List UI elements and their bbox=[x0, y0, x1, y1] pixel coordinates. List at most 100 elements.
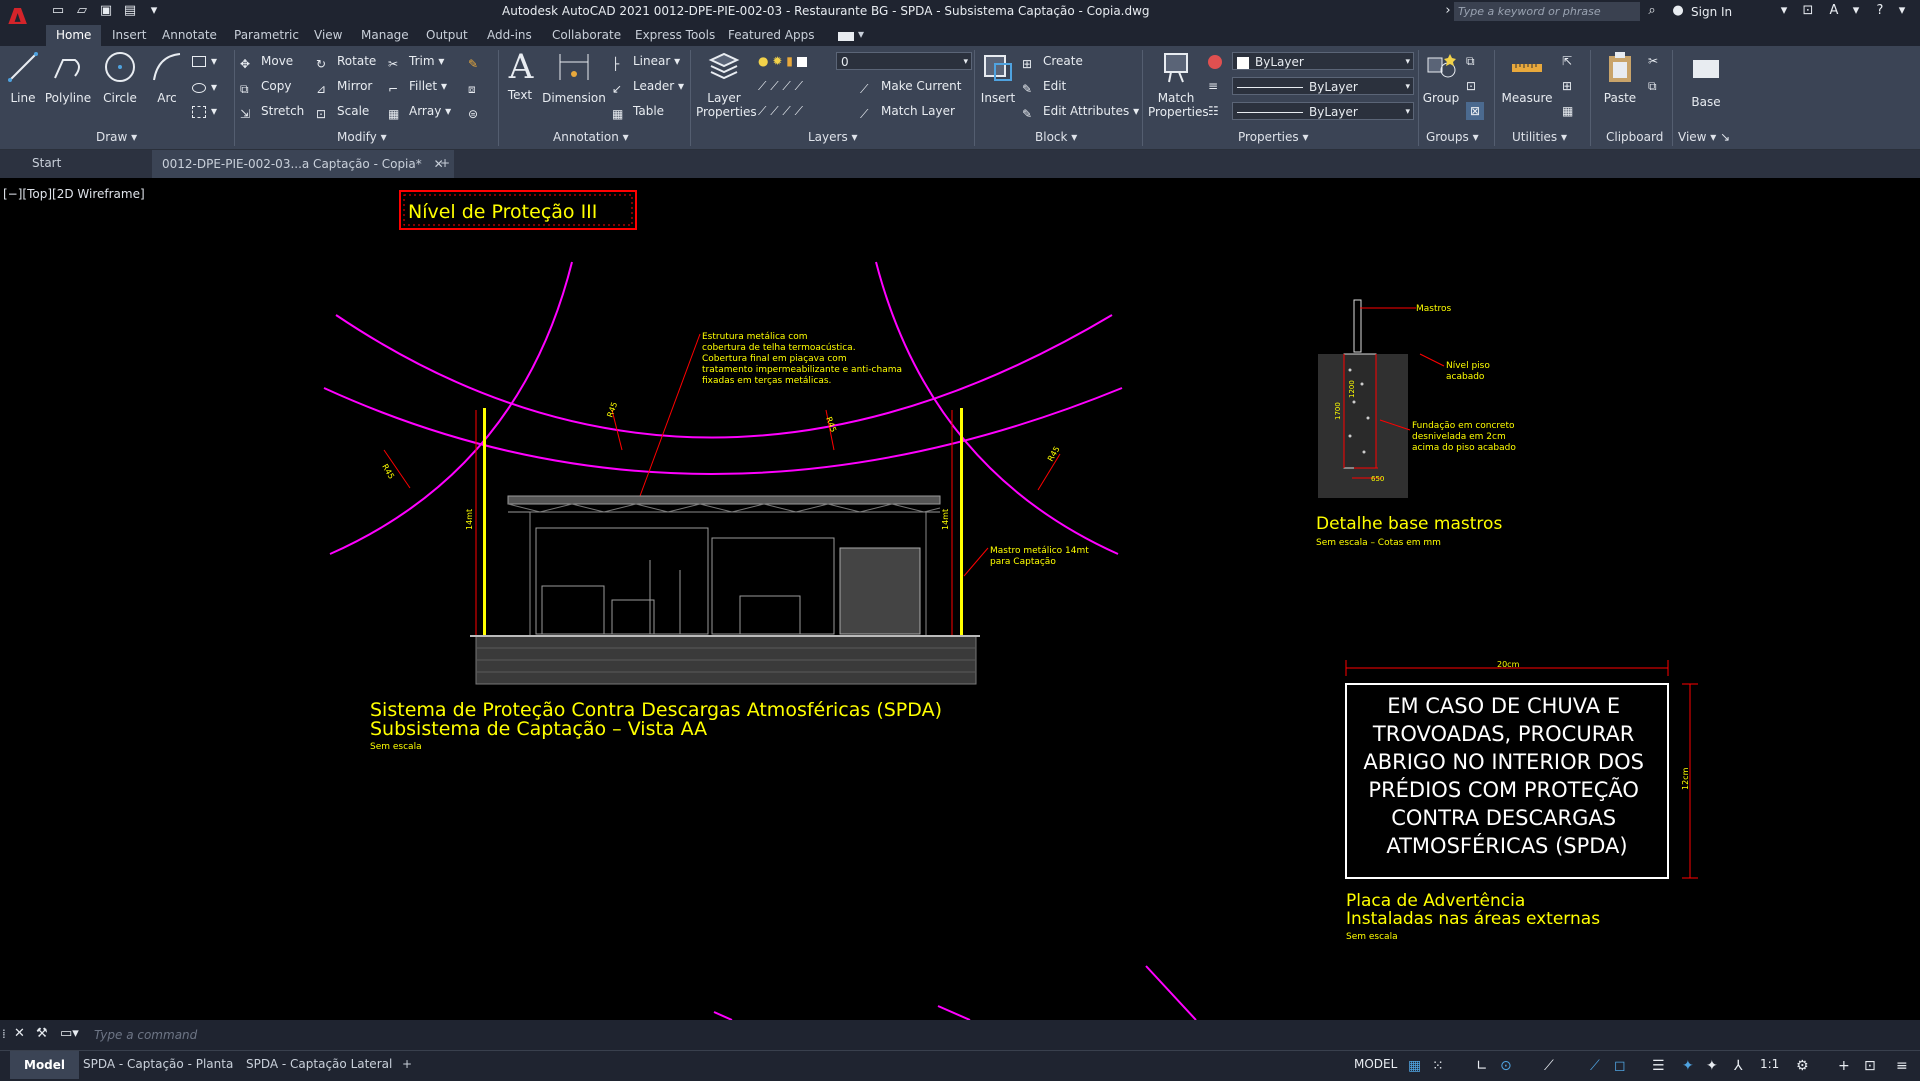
tab-insert[interactable]: Insert bbox=[112, 28, 146, 42]
object-snap-tracking-icon[interactable]: ⟋ bbox=[1590, 1058, 1606, 1074]
match-properties-tool[interactable]: Match Properties bbox=[1148, 50, 1209, 119]
save-icon[interactable]: ▣ bbox=[98, 3, 114, 19]
stretch-button[interactable]: ⇲ Stretch bbox=[240, 102, 304, 121]
tab-manage[interactable]: Manage bbox=[361, 28, 409, 42]
snap-icon[interactable]: ⁙ bbox=[1432, 1058, 1448, 1074]
save-as-icon[interactable]: ▤ bbox=[122, 3, 138, 19]
explode-button[interactable]: ⧈ bbox=[468, 77, 489, 96]
wrench-icon[interactable]: ⚒ bbox=[36, 1026, 48, 1041]
layer-properties-tool[interactable]: Layer Properties bbox=[696, 50, 757, 119]
edit-block-button[interactable]: ✎ Edit bbox=[1022, 77, 1066, 96]
search-input[interactable]: Type a keyword or phrase bbox=[1454, 2, 1640, 21]
color-dropdown[interactable]: ByLayer ▾ bbox=[1232, 52, 1414, 70]
linear-dimension-button[interactable]: ├ Linear ▾ bbox=[612, 52, 680, 71]
gear-icon[interactable]: ⚙ bbox=[1796, 1058, 1812, 1074]
measure-tool[interactable]: Measure bbox=[1500, 50, 1554, 105]
group-tool[interactable]: Group bbox=[1422, 50, 1460, 105]
tab-view[interactable]: View bbox=[314, 28, 342, 42]
new-file-icon[interactable]: ▭ bbox=[50, 3, 66, 19]
layer-tools-row-2[interactable]: ⟋ ⟋ ⟋ ⟋ bbox=[758, 77, 803, 95]
clipboard-panel-title[interactable]: Clipboard bbox=[1606, 130, 1663, 144]
polar-icon[interactable]: ⊙ bbox=[1500, 1058, 1516, 1074]
cut-icon[interactable]: ✂ bbox=[1648, 52, 1658, 70]
layout-tab-model[interactable]: Model bbox=[10, 1051, 80, 1079]
annotation-scale-value[interactable]: 1:1 bbox=[1760, 1057, 1779, 1071]
arc-tool[interactable]: Arc bbox=[150, 50, 184, 105]
isodraft-icon[interactable]: ⟋ bbox=[1544, 1058, 1560, 1074]
rotate-button[interactable]: ↻ Rotate bbox=[316, 52, 376, 71]
dropdown-icon[interactable]: ▾ bbox=[1776, 3, 1792, 19]
customize-menu-icon[interactable]: ≡ bbox=[1896, 1058, 1912, 1074]
command-history-icon[interactable]: ▭▾ bbox=[60, 1026, 79, 1041]
annotation-visibility-icon[interactable]: ✦ bbox=[1682, 1058, 1698, 1074]
cart-icon[interactable]: ⊡ bbox=[1800, 3, 1816, 19]
command-input[interactable]: Type a command bbox=[94, 1028, 197, 1042]
object-snap-icon[interactable]: ◻ bbox=[1614, 1058, 1630, 1074]
layers-panel-title[interactable]: Layers ▾ bbox=[808, 130, 858, 144]
array-button[interactable]: ▦ Array ▾ bbox=[388, 102, 451, 121]
tab-start[interactable]: Start bbox=[32, 156, 61, 170]
dropdown-icon[interactable]: ▾ bbox=[1894, 3, 1910, 19]
draw-panel-title[interactable]: Draw ▾ bbox=[96, 130, 137, 144]
view-panel-title[interactable]: View ▾ ↘ bbox=[1678, 130, 1730, 144]
tab-collaborate[interactable]: Collaborate bbox=[552, 28, 621, 42]
erase-button[interactable]: ✎ bbox=[468, 52, 489, 71]
layer-tools-row-3[interactable]: ⟋ ⟋ ⟋ ⟋ bbox=[758, 102, 803, 120]
autodesk-account-icon[interactable]: A bbox=[1826, 3, 1842, 19]
layer-state-icons[interactable]: ● ✹ ▮ bbox=[758, 52, 807, 70]
copy-button[interactable]: ⧉ Copy bbox=[240, 77, 291, 96]
layout-tab-lateral[interactable]: SPDA - Captação Lateral bbox=[246, 1057, 392, 1071]
add-layout-icon[interactable]: + bbox=[402, 1057, 412, 1071]
color-wheel-icon[interactable] bbox=[1208, 52, 1222, 70]
close-icon[interactable]: ✕ bbox=[14, 1026, 25, 1041]
ortho-icon[interactable]: ∟ bbox=[1476, 1058, 1492, 1074]
rectangle-tool[interactable]: ▾ bbox=[192, 52, 217, 70]
model-space-toggle[interactable]: MODEL bbox=[1354, 1057, 1397, 1071]
properties-panel-title[interactable]: Properties ▾ bbox=[1238, 130, 1309, 144]
tab-home[interactable]: Home bbox=[46, 25, 102, 46]
tab-parametric[interactable]: Parametric bbox=[234, 28, 299, 42]
tab-express-tools[interactable]: Express Tools bbox=[635, 28, 715, 42]
modify-panel-title[interactable]: Modify ▾ bbox=[337, 130, 387, 144]
match-layer-button[interactable]: ⟋ Match Layer bbox=[860, 102, 955, 121]
paste-tool[interactable]: Paste bbox=[1600, 50, 1640, 105]
annotation-scale-icon[interactable]: ⅄ bbox=[1734, 1058, 1750, 1074]
help-icon[interactable]: ? bbox=[1872, 3, 1888, 19]
hatch-tool[interactable]: ▾ bbox=[192, 78, 217, 96]
base-view-tool[interactable]: Base bbox=[1686, 50, 1726, 109]
tab-current-drawing[interactable]: 0012-DPE-PIE-002-03...a Captação - Copia… bbox=[152, 150, 454, 178]
hardware-acceleration-icon[interactable]: ⊡ bbox=[1864, 1058, 1880, 1074]
ribbon-display-icon[interactable] bbox=[838, 32, 854, 41]
group-selection-icon[interactable]: ⊠ bbox=[1466, 102, 1484, 120]
annotation-panel-title[interactable]: Annotation ▾ bbox=[553, 130, 629, 144]
auto-scale-icon[interactable]: ✦ bbox=[1706, 1058, 1722, 1074]
leader-button[interactable]: ↙ Leader ▾ bbox=[612, 77, 684, 96]
quick-select-icon[interactable]: ⇱ bbox=[1562, 52, 1572, 70]
select-all-icon[interactable]: ⊞ bbox=[1562, 77, 1572, 95]
sign-in-link[interactable]: Sign In bbox=[1691, 5, 1732, 19]
plus-icon[interactable]: + bbox=[1838, 1058, 1854, 1074]
ungroup-icon[interactable]: ⧉ bbox=[1466, 52, 1475, 70]
move-button[interactable]: ✥ Move bbox=[240, 52, 293, 71]
quick-access-dropdown-icon[interactable]: ▾ bbox=[146, 3, 162, 19]
copy-clip-icon[interactable]: ⧉ bbox=[1648, 77, 1657, 95]
dropdown-icon[interactable]: ▾ bbox=[858, 27, 864, 41]
dimension-tool[interactable]: Dimension bbox=[542, 50, 606, 105]
open-folder-icon[interactable]: ▱ bbox=[74, 3, 90, 19]
tab-add-ins[interactable]: Add-ins bbox=[487, 28, 532, 42]
fillet-button[interactable]: ⌐ Fillet ▾ bbox=[388, 77, 447, 96]
drawing-canvas[interactable]: Nível de Proteção III R45 R45 R45 R45 Es… bbox=[0, 178, 1920, 1020]
user-icon[interactable]: ● bbox=[1670, 3, 1686, 19]
insert-block-tool[interactable]: Insert bbox=[980, 50, 1016, 105]
circle-tool[interactable]: Circle bbox=[100, 50, 140, 105]
edit-attributes-button[interactable]: ✎ Edit Attributes ▾ bbox=[1022, 102, 1139, 121]
block-panel-title[interactable]: Block ▾ bbox=[1035, 130, 1077, 144]
search-icon[interactable]: ⌕ bbox=[1644, 3, 1660, 19]
layout-tab-planta[interactable]: SPDA - Captação - Planta bbox=[83, 1057, 233, 1071]
grid-icon[interactable]: ▦ bbox=[1408, 1058, 1424, 1074]
utilities-panel-title[interactable]: Utilities ▾ bbox=[1512, 130, 1567, 144]
grip-icon[interactable]: ⁞ bbox=[2, 1027, 6, 1041]
table-button[interactable]: ▦ Table bbox=[612, 102, 664, 121]
tab-output[interactable]: Output bbox=[426, 28, 468, 42]
tab-featured-apps[interactable]: Featured Apps bbox=[728, 28, 814, 42]
